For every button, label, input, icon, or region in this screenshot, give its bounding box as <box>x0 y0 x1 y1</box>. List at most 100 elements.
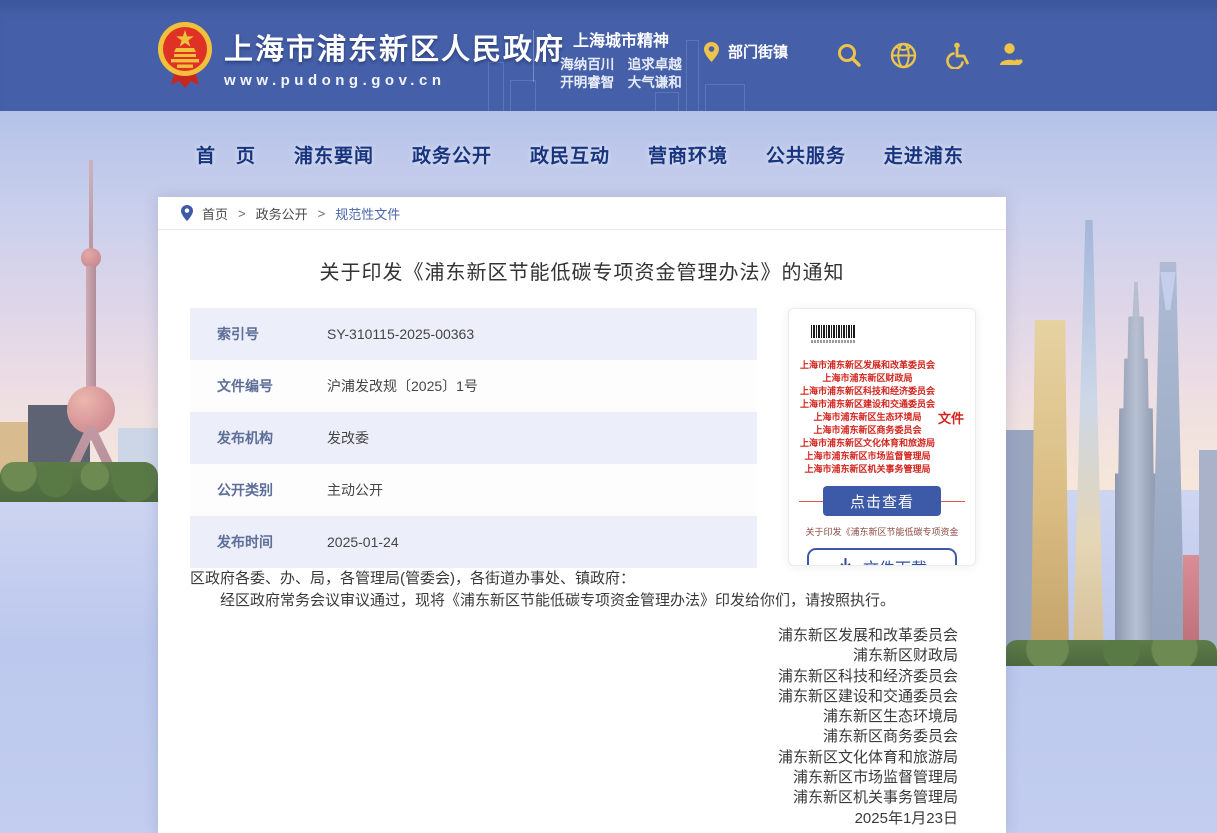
language-button[interactable] <box>888 40 918 70</box>
user-account-button[interactable] <box>996 40 1026 70</box>
view-document-button[interactable]: 点击查看 <box>823 486 941 516</box>
accessibility-button[interactable] <box>942 40 972 70</box>
building <box>1199 450 1217 665</box>
search-icon <box>836 42 862 68</box>
letterhead-agency: 上海市浦东新区文化体育和旅游局 <box>800 437 935 450</box>
user-icon <box>998 42 1025 68</box>
download-file-button[interactable]: 文件下载 <box>807 548 957 566</box>
download-button-label: 文件下载 <box>863 555 927 567</box>
barcode-caption <box>811 340 855 343</box>
article-title: 关于印发《浦东新区节能低碳专项资金管理办法》的通知 <box>158 260 1006 287</box>
globe-icon <box>890 42 917 69</box>
signature-agency: 浦东新区发展和改革委员会 <box>158 626 958 646</box>
meta-value: 发改委 <box>327 428 369 448</box>
header-skyline-art <box>705 84 745 111</box>
meta-label: 公开类别 <box>190 480 327 500</box>
letterhead-doc-type: 文件 <box>938 408 964 427</box>
city-spirit-title: 上海城市精神 <box>551 27 691 51</box>
signature-agency: 浦东新区科技和经济委员会 <box>158 667 958 687</box>
document-letterhead: 上海市浦东新区发展和改革委员会 上海市浦东新区财政局 上海市浦东新区科技和经济委… <box>789 359 975 476</box>
meta-value: 主动公开 <box>327 480 383 500</box>
header-divider <box>533 30 534 82</box>
departments-link-label: 部门街镇 <box>728 41 788 62</box>
header-skyline-art <box>655 92 679 111</box>
meta-label: 索引号 <box>190 324 327 344</box>
golden-tower <box>1031 320 1069 665</box>
city-spirit-line: 开明睿智 大气谦和 <box>551 74 691 92</box>
article-paragraph: 经区政府常务会议审议通过，现将《浦东新区节能低碳专项资金管理办法》印发给你们，请… <box>190 590 974 612</box>
signature-agency: 浦东新区机关事务管理局 <box>158 788 958 808</box>
breadcrumb-separator: > <box>238 206 246 221</box>
barcode <box>811 325 855 338</box>
nav-government-affairs[interactable]: 政务公开 <box>412 141 492 168</box>
signature-agency: 浦东新区生态环境局 <box>158 707 958 727</box>
shanghai-tower <box>1071 220 1107 665</box>
letterhead-agency: 上海市浦东新区商务委员会 <box>800 424 935 437</box>
meta-value: 2025-01-24 <box>327 534 399 550</box>
nav-pudong-news[interactable]: 浦东要闻 <box>294 141 374 168</box>
letterhead-agency: 上海市浦东新区生态环境局 <box>800 411 935 424</box>
article-meta-section: 索引号 SY-310115-2025-00363 文件编号 沪浦发改规〔2025… <box>158 308 1006 568</box>
nav-public-services[interactable]: 公共服务 <box>766 141 846 168</box>
search-button[interactable] <box>834 40 864 70</box>
oriental-pearl-upper-sphere <box>81 248 101 268</box>
national-emblem-icon <box>157 21 213 89</box>
header-toolbar <box>834 40 1026 70</box>
world-financial-center <box>1151 262 1185 665</box>
letterhead-agency: 上海市浦东新区发展和改革委员会 <box>800 359 935 372</box>
map-pin-icon <box>704 42 719 62</box>
letterhead-agency: 上海市浦东新区建设和交通委员会 <box>800 398 935 411</box>
document-caption: 关于印发《浦东新区节能低碳专项资金 <box>789 525 975 538</box>
departments-link[interactable]: 部门街镇 <box>704 41 788 62</box>
letterhead-agencies: 上海市浦东新区发展和改革委员会 上海市浦东新区财政局 上海市浦东新区科技和经济委… <box>800 359 935 476</box>
signature-agency: 浦东新区市场监督管理局 <box>158 768 958 788</box>
signature-agency: 浦东新区财政局 <box>158 646 958 666</box>
article-salutation: 区政府各委、办、局，各管理局(管委会)，各街道办事处、镇政府： <box>190 568 974 590</box>
jinmao-tower <box>1115 282 1157 665</box>
article-body: 区政府各委、办、局，各管理局(管委会)，各街道办事处、镇政府： 经区政府常务会议… <box>158 568 1006 612</box>
download-icon <box>837 558 854 566</box>
table-row: 发布时间 2025-01-24 <box>190 516 757 568</box>
view-button-zone: 点击查看 <box>789 486 975 516</box>
city-spirit-line: 海纳百川 追求卓越 <box>551 56 691 74</box>
national-emblem-logo[interactable] <box>157 21 213 94</box>
meta-label: 发布机构 <box>190 428 327 448</box>
nav-home[interactable]: 首 页 <box>196 141 256 168</box>
table-row: 文件编号 沪浦发改规〔2025〕1号 <box>190 360 757 412</box>
oriental-pearl-antenna <box>89 160 93 255</box>
nav-business-environment[interactable]: 营商环境 <box>648 141 728 168</box>
city-spirit-block: 上海城市精神 海纳百川 追求卓越 开明睿智 大气谦和 <box>551 27 691 91</box>
nav-about-pudong[interactable]: 走进浦东 <box>884 141 964 168</box>
oriental-pearl-shaft <box>86 266 96 396</box>
waterfront-trees <box>1005 640 1217 666</box>
breadcrumb-section[interactable]: 政务公开 <box>256 204 308 223</box>
right-skyline <box>1005 220 1217 665</box>
signature-agency: 浦东新区建设和交通委员会 <box>158 687 958 707</box>
main-navigation: 首 页 浦东要闻 政务公开 政民互动 营商环境 公共服务 走进浦东 <box>158 111 1006 197</box>
signature-agency: 浦东新区商务委员会 <box>158 727 958 747</box>
left-skyline <box>0 160 158 500</box>
site-title: 上海市浦东新区人民政府 <box>224 26 565 68</box>
content-panel: 首页 > 政务公开 > 规范性文件 关于印发《浦东新区节能低碳专项资金管理办法》… <box>158 197 1006 833</box>
meta-value: SY-310115-2025-00363 <box>327 326 474 342</box>
breadcrumb-current[interactable]: 规范性文件 <box>335 204 400 223</box>
letterhead-agency: 上海市浦东新区机关事务管理局 <box>800 463 935 476</box>
breadcrumb-home[interactable]: 首页 <box>202 204 228 223</box>
nav-public-interaction[interactable]: 政民互动 <box>530 141 610 168</box>
site-header: 上海市浦东新区人民政府 www.pudong.gov.cn 上海城市精神 海纳百… <box>0 0 1217 111</box>
letterhead-agency: 上海市浦东新区市场监督管理局 <box>800 450 935 463</box>
table-row: 发布机构 发改委 <box>190 412 757 464</box>
table-row: 索引号 SY-310115-2025-00363 <box>190 308 757 360</box>
meta-label: 发布时间 <box>190 532 327 552</box>
breadcrumb-separator: > <box>318 206 326 221</box>
site-url: www.pudong.gov.cn <box>224 72 565 89</box>
table-row: 公开类别 主动公开 <box>190 464 757 516</box>
meta-value: 沪浦发改规〔2025〕1号 <box>327 376 478 396</box>
meta-table: 索引号 SY-310115-2025-00363 文件编号 沪浦发改规〔2025… <box>190 308 757 568</box>
site-identity[interactable]: 上海市浦东新区人民政府 www.pudong.gov.cn <box>224 26 565 89</box>
letterhead-agency: 上海市浦东新区科技和经济委员会 <box>800 385 935 398</box>
signature-date: 2025年1月23日 <box>158 809 958 829</box>
signature-block: 浦东新区发展和改革委员会 浦东新区财政局 浦东新区科技和经济委员会 浦东新区建设… <box>158 626 1006 829</box>
meta-label: 文件编号 <box>190 376 327 396</box>
wheelchair-icon <box>944 42 970 69</box>
